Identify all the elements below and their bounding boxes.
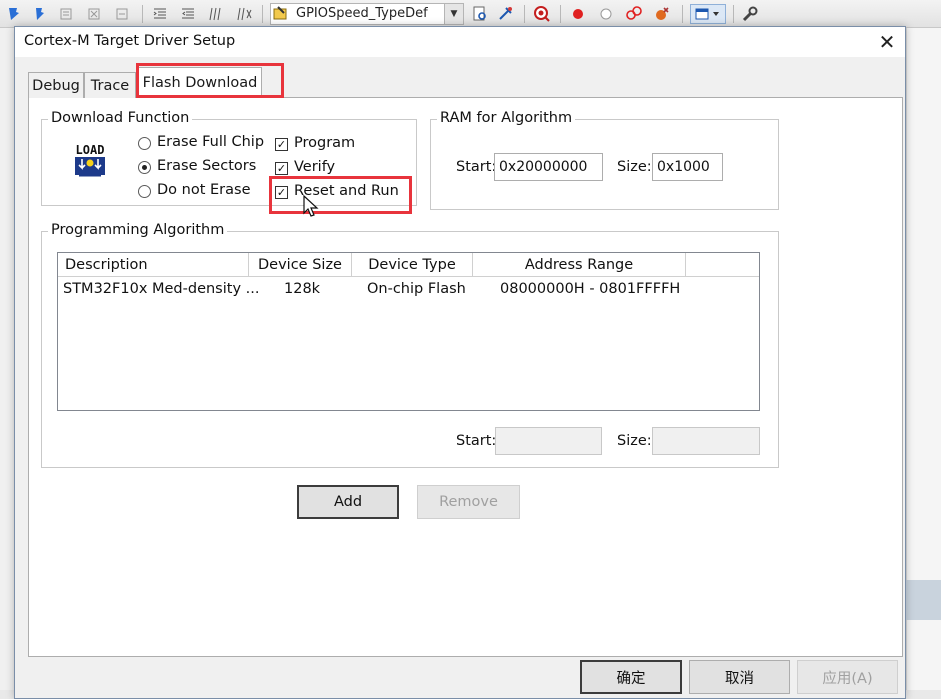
ram-size-input[interactable] (652, 153, 723, 181)
dialog-title: Cortex-M Target Driver Setup (24, 33, 236, 49)
cell-device-type: On-chip Flash (367, 281, 466, 297)
do-not-erase-radio[interactable] (138, 185, 151, 198)
close-icon: ✕ (878, 30, 896, 54)
comment-icon[interactable] (206, 4, 226, 24)
algo-start-label: Start: (456, 433, 497, 449)
ide-right-scrollbar (906, 580, 941, 620)
column-header-description[interactable]: Description (58, 253, 249, 277)
download-function-label: Download Function (48, 110, 193, 126)
apply-button: 应用(A) (797, 660, 898, 694)
breakpoint-icon[interactable] (568, 4, 588, 24)
cancel-button-label: 取消 (725, 670, 754, 687)
apply-button-label: 应用(A) (822, 670, 873, 687)
erase-sectors-radio[interactable] (138, 161, 151, 174)
column-header-device-size[interactable]: Device Size (249, 253, 352, 277)
configure-icon[interactable] (740, 4, 760, 24)
close-button[interactable]: ✕ (872, 29, 902, 55)
cell-address-range: 08000000H - 0801FFFFH (500, 281, 681, 297)
column-header-address-range[interactable]: Address Range (473, 253, 686, 277)
add-button[interactable]: Add (297, 485, 399, 519)
mouse-cursor-icon (303, 195, 319, 217)
bookmark-remove-icon[interactable] (112, 4, 132, 24)
bookmark-prev-icon[interactable] (30, 4, 50, 24)
chevron-down-icon[interactable]: ▼ (444, 4, 463, 24)
cell-description: STM32F10x Med-density ... (63, 281, 260, 297)
configure-search-icon[interactable] (496, 4, 516, 24)
ide-toolbar: GPIOSpeed_TypeDef ▼ (0, 0, 941, 28)
ram-start-input[interactable] (494, 153, 603, 181)
window-layout-icon[interactable] (690, 4, 726, 24)
ram-start-label: Start: (456, 159, 497, 175)
column-header-device-type[interactable]: Device Type (352, 253, 473, 277)
tab-label: Trace (90, 77, 130, 94)
algo-start-input (495, 427, 602, 455)
erase-sectors-label: Erase Sectors (157, 158, 257, 174)
program-checkbox[interactable]: ✓ (275, 138, 288, 151)
verify-checkbox[interactable]: ✓ (275, 162, 288, 175)
column-header-empty (686, 253, 759, 277)
load-icon-text: LOAD (76, 143, 105, 157)
tab-trace[interactable]: Trace (84, 72, 136, 98)
tab-label: Flash Download (142, 75, 258, 91)
column-header-label: Address Range (524, 256, 634, 273)
ok-button-label: 确定 (616, 670, 646, 687)
tab-label: Debug (32, 77, 80, 94)
breakpoint-disable-icon[interactable] (596, 4, 616, 24)
cell-device-size: 128k (284, 281, 321, 297)
incremental-find-icon[interactable] (470, 4, 490, 24)
algo-size-label: Size: (617, 433, 652, 449)
column-header-label: Description (65, 256, 148, 273)
column-header-label: Device Type (368, 256, 456, 273)
erase-full-chip-label: Erase Full Chip (157, 134, 265, 150)
bookmark-icon[interactable] (4, 4, 24, 24)
ram-for-algorithm-label: RAM for Algorithm (437, 110, 576, 126)
verify-label: Verify (294, 159, 336, 175)
program-label: Program (294, 135, 356, 151)
bookmark-next-icon[interactable] (56, 4, 76, 24)
ram-size-label: Size: (617, 159, 652, 175)
breakpoint-kill-icon[interactable] (652, 4, 672, 24)
bookmark-clear-icon[interactable] (84, 4, 104, 24)
programming-algorithm-label: Programming Algorithm (48, 222, 228, 238)
uncomment-icon[interactable] (234, 4, 254, 24)
ok-button[interactable]: 确定 (580, 660, 682, 694)
unindent-icon[interactable] (178, 4, 198, 24)
remove-button: Remove (417, 485, 520, 519)
tab-flash-download[interactable]: Flash Download (138, 67, 262, 98)
indent-icon[interactable] (150, 4, 170, 24)
find-combo-value: GPIOSpeed_TypeDef (296, 6, 428, 21)
do-not-erase-label: Do not Erase (157, 182, 251, 198)
cancel-button[interactable]: 取消 (689, 660, 790, 694)
load-icon: LOAD (72, 142, 108, 177)
remove-button-label: Remove (439, 494, 498, 510)
erase-full-chip-radio[interactable] (138, 137, 151, 150)
find-in-files-icon (271, 4, 291, 24)
column-header-label: Device Size (258, 256, 342, 273)
ide-left-edge (0, 28, 14, 699)
reset-and-run-checkbox[interactable]: ✓ (275, 186, 288, 199)
add-button-label: Add (333, 494, 363, 510)
breakpoint-clear-icon[interactable] (624, 4, 644, 24)
debug-icon[interactable] (532, 4, 552, 24)
algo-size-input (652, 427, 760, 455)
tab-debug[interactable]: Debug (28, 72, 84, 98)
